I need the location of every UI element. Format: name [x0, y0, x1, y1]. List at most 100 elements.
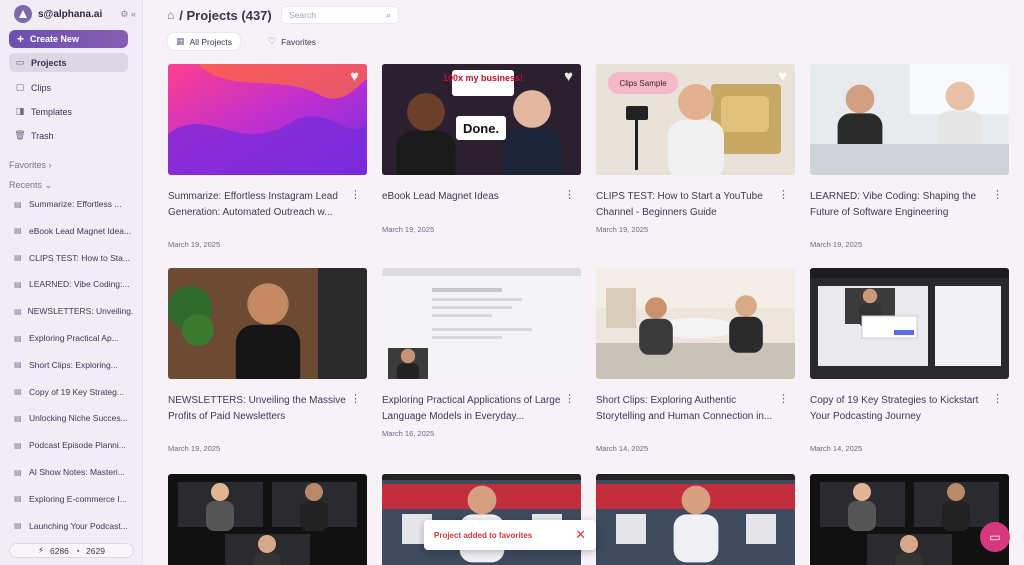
project-thumbnail[interactable]	[810, 474, 1009, 565]
more-options-icon[interactable]: ⋮	[350, 392, 361, 405]
project-card[interactable]: NEWSLETTERS: Unveiling the Massive Profi…	[168, 268, 367, 453]
document-icon: ▤	[14, 467, 22, 477]
project-thumbnail[interactable]: 100x my business! Done. ♥	[382, 64, 581, 175]
recent-project-label: Podcast Episode Planni...	[29, 440, 126, 451]
project-thumbnail[interactable]	[596, 474, 795, 565]
more-options-icon[interactable]: ⋮	[992, 392, 1003, 405]
recent-project-item[interactable]: ▤ Podcast Episode Planni...	[9, 437, 134, 453]
project-thumbnail[interactable]	[382, 268, 581, 379]
create-new-button[interactable]: + Create New	[9, 30, 128, 48]
sidebar-item-clips[interactable]: ▢ Clips	[9, 78, 128, 97]
project-date: March 16, 2025	[382, 429, 435, 438]
sidebar-item-templates[interactable]: ◨ Templates	[9, 102, 128, 121]
more-options-icon[interactable]: ⋮	[564, 188, 575, 201]
recent-project-item[interactable]: ▤ AI Show Notes: Masteri...	[9, 464, 134, 480]
favorite-heart-icon[interactable]: ♥	[778, 68, 787, 85]
thumb-overlay-text: Done.	[463, 121, 499, 136]
project-card[interactable]: ♥ Summarize: Effortless Instagram Lead Ge…	[168, 64, 367, 249]
more-options-icon[interactable]: ⋮	[778, 392, 789, 405]
favorite-heart-icon[interactable]: ♥	[564, 68, 573, 85]
document-icon: ▤	[14, 387, 22, 397]
recent-project-label: eBook Lead Magnet Idea...	[29, 225, 132, 236]
project-card[interactable]	[596, 474, 795, 565]
sidebar-item-projects[interactable]: ▭ Projects	[9, 53, 128, 72]
project-date: March 19, 2025	[596, 225, 649, 234]
project-title[interactable]: Short Clips: Exploring Authentic Storyte…	[596, 393, 776, 424]
home-icon[interactable]: ⌂	[167, 8, 174, 22]
recent-project-item[interactable]: ▤ CLIPS TEST: How to Sta...	[9, 250, 134, 266]
search-input[interactable]	[289, 10, 379, 20]
document-icon: ▤	[14, 360, 22, 370]
close-icon[interactable]: ✕	[575, 527, 586, 543]
credits-badge[interactable]: ⚡ 6286 ◔ 2629	[9, 543, 134, 558]
more-options-icon[interactable]: ⋮	[350, 188, 361, 201]
more-options-icon[interactable]: ⋮	[992, 188, 1003, 201]
project-title[interactable]: NEWSLETTERS: Unveiling the Massive Profi…	[168, 393, 348, 424]
credits-primary: 6286	[49, 545, 69, 556]
recents-section-toggle[interactable]: Recents ⌄	[9, 180, 52, 191]
lightning-icon: ⚡	[38, 545, 44, 555]
document-icon: ▤	[14, 226, 22, 236]
account-switcher[interactable]: s@alphana.ai ⚙ «	[14, 5, 136, 23]
recents-label: Recents	[9, 180, 43, 190]
project-card[interactable]: LEARNED: Vibe Coding: Shaping the Future…	[810, 64, 1009, 249]
tab-favorites[interactable]: ♡ Favorites	[260, 33, 324, 50]
sidebar-item-trash[interactable]: 🗑 Trash	[9, 126, 128, 145]
chat-support-button[interactable]: ▭	[980, 522, 1010, 552]
favorites-section-toggle[interactable]: Favorites ›	[9, 160, 52, 170]
recent-project-item[interactable]: ▤ LEARNED: Vibe Coding:...	[9, 276, 134, 292]
tab-label: All Projects	[189, 36, 233, 47]
project-title[interactable]: Copy of 19 Key Strategies to Kickstart Y…	[810, 393, 990, 424]
settings-icon[interactable]: ⚙ «	[120, 9, 136, 20]
more-options-icon[interactable]: ⋮	[564, 392, 575, 405]
recent-project-item[interactable]: ▤ Copy of 19 Key Strateg...	[9, 384, 134, 400]
recent-project-item[interactable]: ▤ Launching Your Podcast...	[9, 518, 134, 534]
project-thumbnail[interactable]	[168, 268, 367, 379]
project-thumbnail[interactable]	[596, 268, 795, 379]
project-thumbnail[interactable]: ♥	[168, 64, 367, 175]
document-icon: ▤	[14, 199, 22, 209]
project-title[interactable]: eBook Lead Magnet Ideas	[382, 189, 562, 205]
search-box[interactable]: ⌕	[281, 6, 399, 24]
recent-project-label: Summarize: Effortless ...	[29, 199, 122, 209]
project-card[interactable]: Clips Sample ♥ CLIPS TEST: How to Start a …	[596, 64, 795, 234]
project-card[interactable]	[168, 474, 367, 565]
recent-project-label: Unlocking Niche Succes...	[29, 413, 128, 424]
clip-icon: ▢	[15, 82, 25, 92]
project-card[interactable]: Copy of 19 Key Strategies to Kickstart Y…	[810, 268, 1009, 453]
sidebar-item-label: Projects	[31, 57, 67, 68]
project-thumbnail[interactable]: Clips Sample ♥	[596, 64, 795, 175]
recent-project-item[interactable]: ▤ Short Clips: Exploring...	[9, 357, 134, 373]
project-title[interactable]: Summarize: Effortless Instagram Lead Gen…	[168, 189, 348, 220]
more-options-icon[interactable]: ⋮	[778, 188, 789, 201]
breadcrumb: ⌂ / Projects (437)	[167, 6, 272, 24]
document-icon: ▤	[14, 306, 22, 316]
project-thumbnail[interactable]	[810, 268, 1009, 379]
project-card[interactable]: Exploring Practical Applications of Larg…	[382, 268, 581, 438]
project-card[interactable]: 100x my business! Done. ♥ eBook Lead Magnet…	[382, 64, 581, 234]
recent-project-item[interactable]: ▤ Exploring Practical Ap...	[9, 330, 134, 346]
project-title[interactable]: CLIPS TEST: How to Start a YouTube Chann…	[596, 189, 776, 220]
document-icon: ▤	[14, 279, 22, 289]
project-thumbnail[interactable]	[810, 64, 1009, 175]
recent-project-item[interactable]: ▤ eBook Lead Magnet Idea...	[9, 223, 134, 239]
page-title: / Projects (437)	[179, 7, 272, 23]
chat-icon: ▭	[989, 530, 1001, 544]
recent-project-item[interactable]: ▤ NEWSLETTERS: Unveiling...	[9, 303, 134, 319]
project-date: March 14, 2025	[810, 444, 863, 453]
search-icon: ⌕	[385, 9, 391, 20]
recent-project-item[interactable]: ▤ Summarize: Effortless ...	[9, 196, 134, 212]
project-thumbnail[interactable]	[168, 474, 367, 565]
tab-all-projects[interactable]: ▦ All Projects	[168, 33, 241, 50]
recent-project-item[interactable]: ▤ Unlocking Niche Succes...	[9, 410, 134, 426]
recent-project-label: Launching Your Podcast...	[29, 520, 128, 531]
favorite-heart-icon[interactable]: ♥	[350, 68, 359, 85]
project-date: March 14, 2025	[596, 444, 649, 453]
template-icon: ◨	[15, 106, 25, 116]
project-title[interactable]: Exploring Practical Applications of Larg…	[382, 393, 562, 424]
project-title[interactable]: LEARNED: Vibe Coding: Shaping the Future…	[810, 189, 990, 220]
recent-project-item[interactable]: ▤ Exploring E-commerce I...	[9, 491, 134, 507]
project-card[interactable]	[810, 474, 1009, 565]
folder-icon: ▭	[15, 57, 25, 67]
project-card[interactable]: Short Clips: Exploring Authentic Storyte…	[596, 268, 795, 453]
